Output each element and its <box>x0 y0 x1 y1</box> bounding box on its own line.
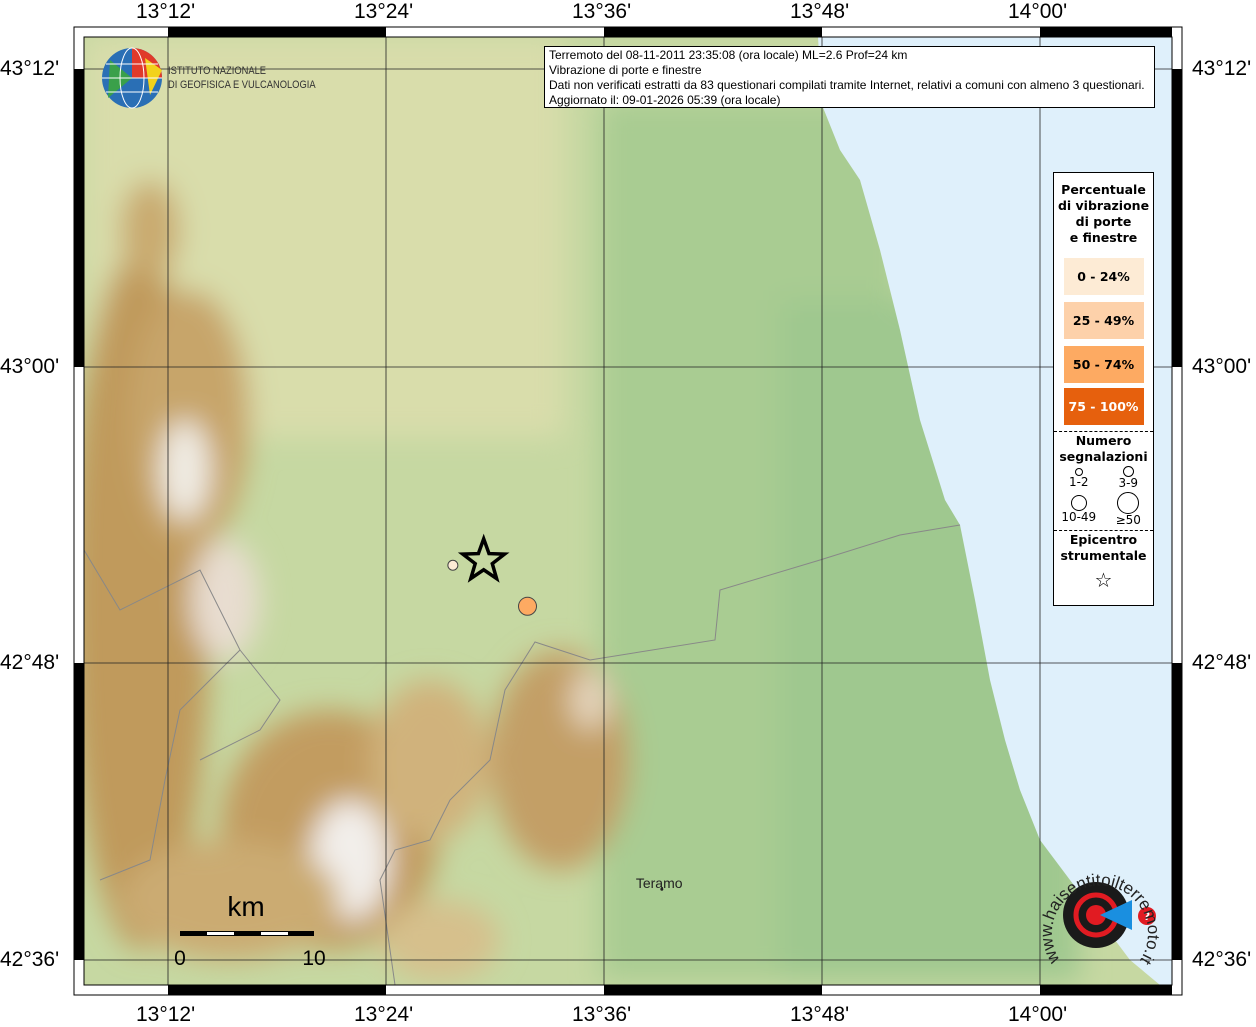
count-label: ≥50 <box>1115 513 1141 527</box>
info-line3: Dati non verificati estratti da 83 quest… <box>549 78 1145 92</box>
lat-label-right: 43°00' <box>1192 355 1252 378</box>
lon-label-top: 14°00' <box>1008 0 1068 23</box>
lat-label-right: 43°12' <box>1192 57 1252 80</box>
legend: Percentuale di vibrazione di porte e fin… <box>1053 172 1154 606</box>
legend-class-25-49: 25 - 49% <box>1063 302 1144 339</box>
legend-title-line: e finestre <box>1069 230 1138 245</box>
lat-label-right: 42°48' <box>1192 651 1252 674</box>
scale-start: 0 <box>174 947 186 970</box>
count-label: 10-49 <box>1061 510 1097 524</box>
institute-line1: ISTITUTO NAZIONALE <box>168 65 267 77</box>
institute-name: ISTITUTO NAZIONALE DI GEOFISICA E VULCAN… <box>168 64 316 92</box>
epicenter-title-line: strumentale <box>1060 548 1147 563</box>
lat-label-left: 43°00' <box>0 355 60 378</box>
legend-title-line: di porte <box>1075 214 1132 229</box>
lon-label-bottom: 13°24' <box>354 1003 414 1026</box>
lon-label-bottom: 13°36' <box>572 1003 632 1026</box>
lon-label-bottom: 14°00' <box>1008 1003 1068 1026</box>
lat-label-left: 42°36' <box>0 948 60 971</box>
lon-label-top: 13°12' <box>136 0 196 23</box>
scale-unit: km <box>227 891 264 922</box>
lon-label-top: 13°36' <box>572 0 632 23</box>
legend-class-0-24: 0 - 24% <box>1063 258 1144 295</box>
lat-label-left: 42°48' <box>0 651 60 674</box>
ingv-logo <box>102 47 162 109</box>
legend-title: Percentuale di vibrazione di porte e fin… <box>1054 182 1153 246</box>
lon-label-bottom: 13°12' <box>136 1003 196 1026</box>
legend-title-line: Percentuale <box>1061 182 1146 197</box>
size-50-plus-icon <box>1117 492 1140 514</box>
report-marker[interactable] <box>447 559 459 571</box>
legend-divider <box>1054 530 1153 531</box>
place-label: Teramo <box>635 875 683 892</box>
info-line2: Vibrazione di porte e finestre <box>549 63 702 77</box>
scale-end: 10 <box>302 947 325 970</box>
legend-class-50-74: 50 - 74% <box>1063 346 1144 383</box>
info-line1: Terremoto del 08-11-2011 23:35:08 (ora l… <box>549 48 908 62</box>
epicenter-title-line: Epicentro <box>1069 532 1138 547</box>
info-line4: Aggiornato il: 09-01-2026 05:39 (ora loc… <box>549 93 781 107</box>
lon-label-top: 13°48' <box>790 0 850 23</box>
report-marker[interactable] <box>517 596 537 616</box>
lon-label-bottom: 13°48' <box>790 1003 850 1026</box>
lon-label-top: 13°24' <box>354 0 414 23</box>
legend-class-75-100: 75 - 100% <box>1063 388 1144 425</box>
terrain <box>84 37 1172 985</box>
count-label: 3-9 <box>1118 476 1139 490</box>
lat-label-left: 43°12' <box>0 57 60 80</box>
count-title-line: segnalazioni <box>1059 449 1148 464</box>
lat-label-right: 42°36' <box>1192 948 1252 971</box>
event-info-box: Terremoto del 08-11-2011 23:35:08 (ora l… <box>544 46 1155 108</box>
star-icon: ☆ <box>1094 568 1113 592</box>
legend-divider <box>1054 431 1153 432</box>
count-label: 1-2 <box>1068 475 1089 489</box>
count-title-line: Numero <box>1075 433 1132 448</box>
legend-title-line: di vibrazione <box>1057 198 1150 213</box>
size-10-49-icon <box>1070 495 1087 511</box>
institute-line2: DI GEOFISICA E VULCANOLOGIA <box>168 79 316 91</box>
